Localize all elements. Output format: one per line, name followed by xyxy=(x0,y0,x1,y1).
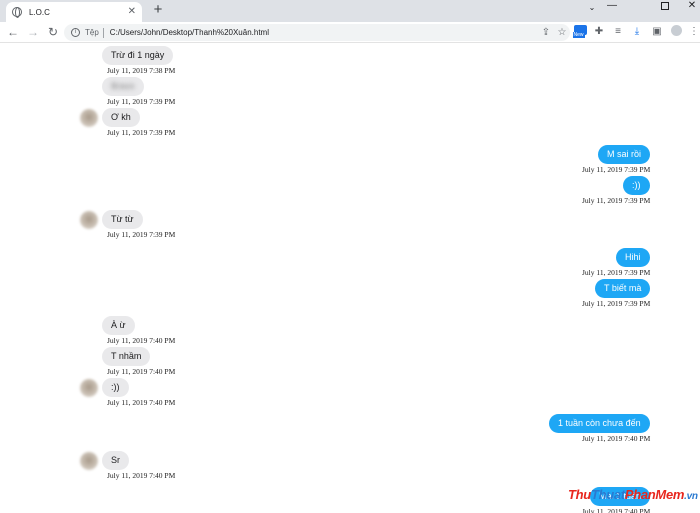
extensions-puzzle-icon[interactable]: ✚ xyxy=(592,25,606,39)
browser-tab[interactable]: L.O.C ✕ xyxy=(6,2,142,22)
message-bubble: Trừ đi 1 ngày xyxy=(102,46,174,65)
minimize-button[interactable]: — xyxy=(598,0,626,14)
message-timestamp: July 11, 2019 7:39 PM xyxy=(582,299,651,308)
address-bar[interactable]: i Tệp C:/Users/John/Desktop/Thanh%20Xuân… xyxy=(64,24,570,41)
back-button[interactable]: ← xyxy=(6,25,20,39)
message-timestamp: July 11, 2019 7:39 PM xyxy=(107,230,176,239)
message-timestamp: July 11, 2019 7:40 PM xyxy=(582,434,651,443)
message-bubble: Hihi xyxy=(616,248,650,267)
message-bubble: Sr xyxy=(102,451,129,470)
info-icon[interactable]: i xyxy=(71,28,80,37)
message-bubble: Ơ kh xyxy=(102,108,140,127)
divider xyxy=(102,27,104,38)
message-timestamp: July 11, 2019 7:40 PM xyxy=(582,507,651,513)
message-bubble: :)) xyxy=(102,378,129,397)
more-menu-icon[interactable]: ⋮ xyxy=(687,25,700,39)
side-panel-icon[interactable]: ▣ xyxy=(650,25,664,39)
message-timestamp: July 11, 2019 7:38 PM xyxy=(107,66,176,75)
message-bubble: T nhầm xyxy=(102,347,151,366)
scheme-label: Tệp xyxy=(85,28,99,37)
message-bubble: M sai rồi xyxy=(598,145,651,164)
message-timestamp: July 11, 2019 7:39 PM xyxy=(582,268,651,277)
download-icon[interactable]: ⤓ xyxy=(630,25,644,39)
avatar xyxy=(80,379,98,397)
close-tab-icon[interactable]: ✕ xyxy=(128,7,136,17)
message-timestamp: July 11, 2019 7:40 PM xyxy=(107,336,176,345)
globe-icon xyxy=(12,7,22,18)
message-bubble: :)) xyxy=(623,176,650,195)
tab-strip: L.O.C ✕ + ⌄ — ✕ xyxy=(0,0,700,22)
message-bubble: T biết mà xyxy=(595,279,651,298)
maximize-button[interactable] xyxy=(651,0,679,14)
avatar xyxy=(80,211,98,229)
message-timestamp: July 11, 2019 7:39 PM xyxy=(582,196,651,205)
chat-page: Trừ đi 1 ngày July 11, 2019 7:38 PM Bravo J… xyxy=(0,44,700,513)
avatar xyxy=(80,109,98,127)
message-bubble: À ừ xyxy=(102,316,135,335)
share-icon[interactable]: ⇪ xyxy=(538,27,554,38)
new-tab-button[interactable]: + xyxy=(150,2,166,18)
extension-new-icon[interactable]: New xyxy=(572,25,587,39)
url-text[interactable]: C:/Users/John/Desktop/Thanh%20Xuân.html xyxy=(110,28,538,37)
message-timestamp: July 11, 2019 7:40 PM xyxy=(107,367,176,376)
message-bubble: Từ từ xyxy=(102,210,143,229)
tab-title: L.O.C xyxy=(29,7,50,17)
browser-toolbar: ← → ↻ i Tệp C:/Users/John/Desktop/Thanh%… xyxy=(0,22,700,43)
message-timestamp: July 11, 2019 7:40 PM xyxy=(107,398,176,407)
close-window-button[interactable]: ✕ xyxy=(678,0,700,14)
reading-list-icon[interactable]: ≡ xyxy=(611,25,625,39)
profile-avatar-icon[interactable] xyxy=(669,25,683,39)
message-timestamp: July 11, 2019 7:39 PM xyxy=(582,165,651,174)
avatar xyxy=(80,452,98,470)
extension-badge-label: New xyxy=(572,32,585,38)
message-timestamp: July 11, 2019 7:39 PM xyxy=(107,128,176,137)
message-bubble: Bravo xyxy=(102,77,144,96)
message-timestamp: July 11, 2019 7:40 PM xyxy=(107,471,176,480)
message-timestamp: July 11, 2019 7:39 PM xyxy=(107,97,176,106)
bookmark-star-icon[interactable]: ☆ xyxy=(554,27,570,38)
message-bubble: 1 tuần còn chưa đến xyxy=(549,414,650,433)
forward-button[interactable]: → xyxy=(26,25,40,39)
watermark: ThuThuatPhanMem.vn xyxy=(568,487,698,502)
reload-button[interactable]: ↻ xyxy=(46,25,60,39)
